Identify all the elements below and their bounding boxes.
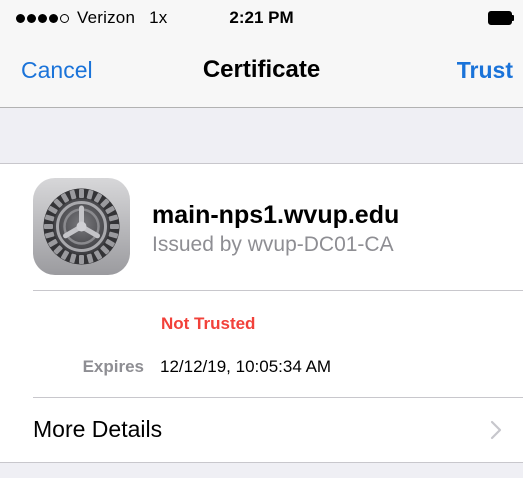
page-title: Certificate — [202, 56, 321, 83]
more-details-row[interactable]: More Details — [0, 398, 523, 461]
trust-status-label: Not Trusted — [161, 314, 256, 333]
more-details-label: More Details — [33, 416, 163, 442]
battery-full-icon — [488, 11, 514, 25]
expires-value: 12/12/19, 10:05:34 AM — [160, 357, 332, 376]
expires-label: Expires — [82, 357, 144, 376]
settings-gear-icon — [33, 178, 130, 275]
status-bar: Verizon 1x 2:21 PM — [0, 0, 523, 40]
certificate-card: main-nps1.wvup.edu Issued by wvup-DC01-C… — [0, 164, 523, 463]
certificate-issuer: Issued by wvup-DC01-CA — [152, 233, 394, 256]
chevron-right-icon — [490, 420, 502, 440]
navigation-bar: Cancel Certificate Trust — [0, 40, 523, 108]
divider — [33, 290, 523, 291]
certificate-name: main-nps1.wvup.edu — [152, 201, 400, 229]
trust-button[interactable]: Trust — [457, 57, 513, 84]
status-time: 2:21 PM — [229, 8, 294, 27]
